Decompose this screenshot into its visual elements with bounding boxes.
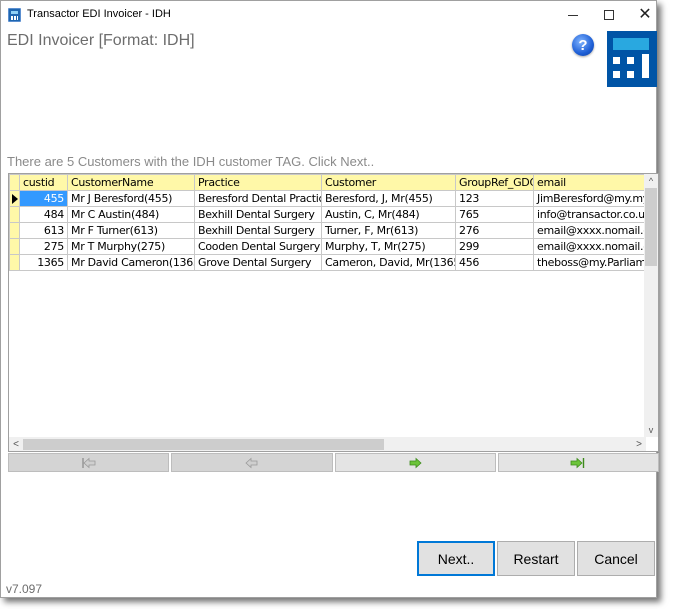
row-indicator[interactable] [9,238,20,255]
indicator-header [9,174,20,191]
close-icon: ✕ [638,6,652,23]
next-record-icon [409,457,422,468]
cell-groupref[interactable]: 456 [455,254,534,271]
row-indicator[interactable] [9,254,20,271]
next-button[interactable]: Next.. [417,541,495,576]
vertical-scroll-thumb[interactable] [645,188,657,266]
cell-groupref[interactable]: 123 [455,190,534,207]
calculator-key [627,57,634,64]
column-header-customer[interactable]: Customer [321,174,456,191]
app-window: Transactor EDI Invoicer - IDH ✕ EDI Invo… [0,0,659,598]
cell-practice[interactable]: Cooden Dental Surgery [194,238,322,255]
cell-customername[interactable]: Mr F Turner(613) [67,222,195,239]
row-indicator[interactable] [9,222,20,239]
cell-groupref[interactable]: 765 [455,206,534,223]
cell-groupref[interactable]: 299 [455,238,534,255]
minimize-icon [568,14,578,16]
vertical-scrollbar[interactable]: ^ v [644,174,658,437]
version-label: v7.097 [6,582,43,596]
table-row[interactable]: 613 Mr F Turner(613) Bexhill Dental Surg… [9,222,658,239]
cell-email[interactable]: info@transactor.co.uk [533,206,658,223]
current-row-icon [12,194,18,204]
cell-customername[interactable]: Mr T Murphy(275) [67,238,195,255]
header-row: custid CustomerName Practice Customer Gr… [9,174,658,191]
calculator-icon [607,31,657,87]
help-icon[interactable]: ? [572,34,594,56]
column-header-customername[interactable]: CustomerName [67,174,195,191]
cell-practice[interactable]: Grove Dental Surgery [194,254,322,271]
cell-custid[interactable]: 455 [19,190,68,207]
horizontal-scrollbar[interactable]: < > [9,437,646,451]
scroll-up-icon[interactable]: ^ [644,174,658,188]
calculator-key [642,54,649,78]
minimize-button[interactable] [555,1,591,29]
page-title: EDI Invoicer [Format: IDH] [7,32,195,49]
calculator-key [627,71,634,78]
cell-custid[interactable]: 613 [19,222,68,239]
cell-email[interactable]: JimBeresford@my.mymail [533,190,658,207]
cancel-button[interactable]: Cancel [577,541,655,576]
cell-email[interactable]: theboss@my.Parliament.g [533,254,658,271]
info-message: There are 5 Customers with the IDH custo… [7,154,375,169]
first-record-button[interactable] [8,453,170,472]
cell-practice[interactable]: Beresford Dental Practice [194,190,322,207]
column-header-groupref[interactable]: GroupRef_GDC [455,174,534,191]
column-header-email[interactable]: email [533,174,658,191]
prior-record-button[interactable] [171,453,333,472]
table-row[interactable]: 455 Mr J Beresford(455) Beresford Dental… [9,190,658,207]
cell-customer[interactable]: Austin, C, Mr(484) [321,206,456,223]
scroll-left-icon[interactable]: < [9,437,23,451]
cell-customername[interactable]: Mr J Beresford(455) [67,190,195,207]
window-title: Transactor EDI Invoicer - IDH [27,8,171,20]
cell-practice[interactable]: Bexhill Dental Surgery [194,206,322,223]
last-record-icon [570,457,585,468]
cell-custid[interactable]: 275 [19,238,68,255]
cell-customer[interactable]: Murphy, T, Mr(275) [321,238,456,255]
title-bar[interactable]: Transactor EDI Invoicer - IDH ✕ [1,1,656,29]
cell-customername[interactable]: Mr David Cameron(1365) [67,254,195,271]
table-row[interactable]: 275 Mr T Murphy(275) Cooden Dental Surge… [9,238,658,255]
customer-grid[interactable]: custid CustomerName Practice Customer Gr… [8,173,659,452]
maximize-button[interactable] [591,1,627,29]
cell-groupref[interactable]: 276 [455,222,534,239]
cell-custid[interactable]: 484 [19,206,68,223]
first-record-icon [82,457,96,468]
cell-email[interactable]: email@xxxx.nomail.com.xc [533,222,658,239]
record-navigator [8,453,659,472]
column-header-custid[interactable]: custid [19,174,68,191]
app-icon [8,8,21,22]
close-button[interactable]: ✕ [627,1,663,29]
customer-table: custid CustomerName Practice Customer Gr… [9,174,658,271]
calculator-key [613,57,620,64]
table-row[interactable]: 1365 Mr David Cameron(1365) Grove Dental… [9,254,658,271]
cell-email[interactable]: email@xxxx.nomail.com.xc [533,238,658,255]
scroll-down-icon[interactable]: v [644,423,658,437]
restart-button[interactable]: Restart [497,541,575,576]
cell-customername[interactable]: Mr C Austin(484) [67,206,195,223]
calculator-key [613,71,620,78]
scroll-right-icon[interactable]: > [632,437,646,451]
calculator-screen [613,38,649,50]
prior-record-icon [245,457,258,468]
cell-custid[interactable]: 1365 [19,254,68,271]
column-header-practice[interactable]: Practice [194,174,322,191]
horizontal-scroll-thumb[interactable] [23,439,384,450]
maximize-icon [604,10,614,20]
cell-customer[interactable]: Turner, F, Mr(613) [321,222,456,239]
cell-customer[interactable]: Cameron, David, Mr(1365) [321,254,456,271]
next-record-button[interactable] [334,453,496,472]
cell-customer[interactable]: Beresford, J, Mr(455) [321,190,456,207]
cell-practice[interactable]: Bexhill Dental Surgery [194,222,322,239]
row-indicator[interactable] [9,190,20,207]
last-record-button[interactable] [497,453,659,472]
table-row[interactable]: 484 Mr C Austin(484) Bexhill Dental Surg… [9,206,658,223]
row-indicator[interactable] [9,206,20,223]
